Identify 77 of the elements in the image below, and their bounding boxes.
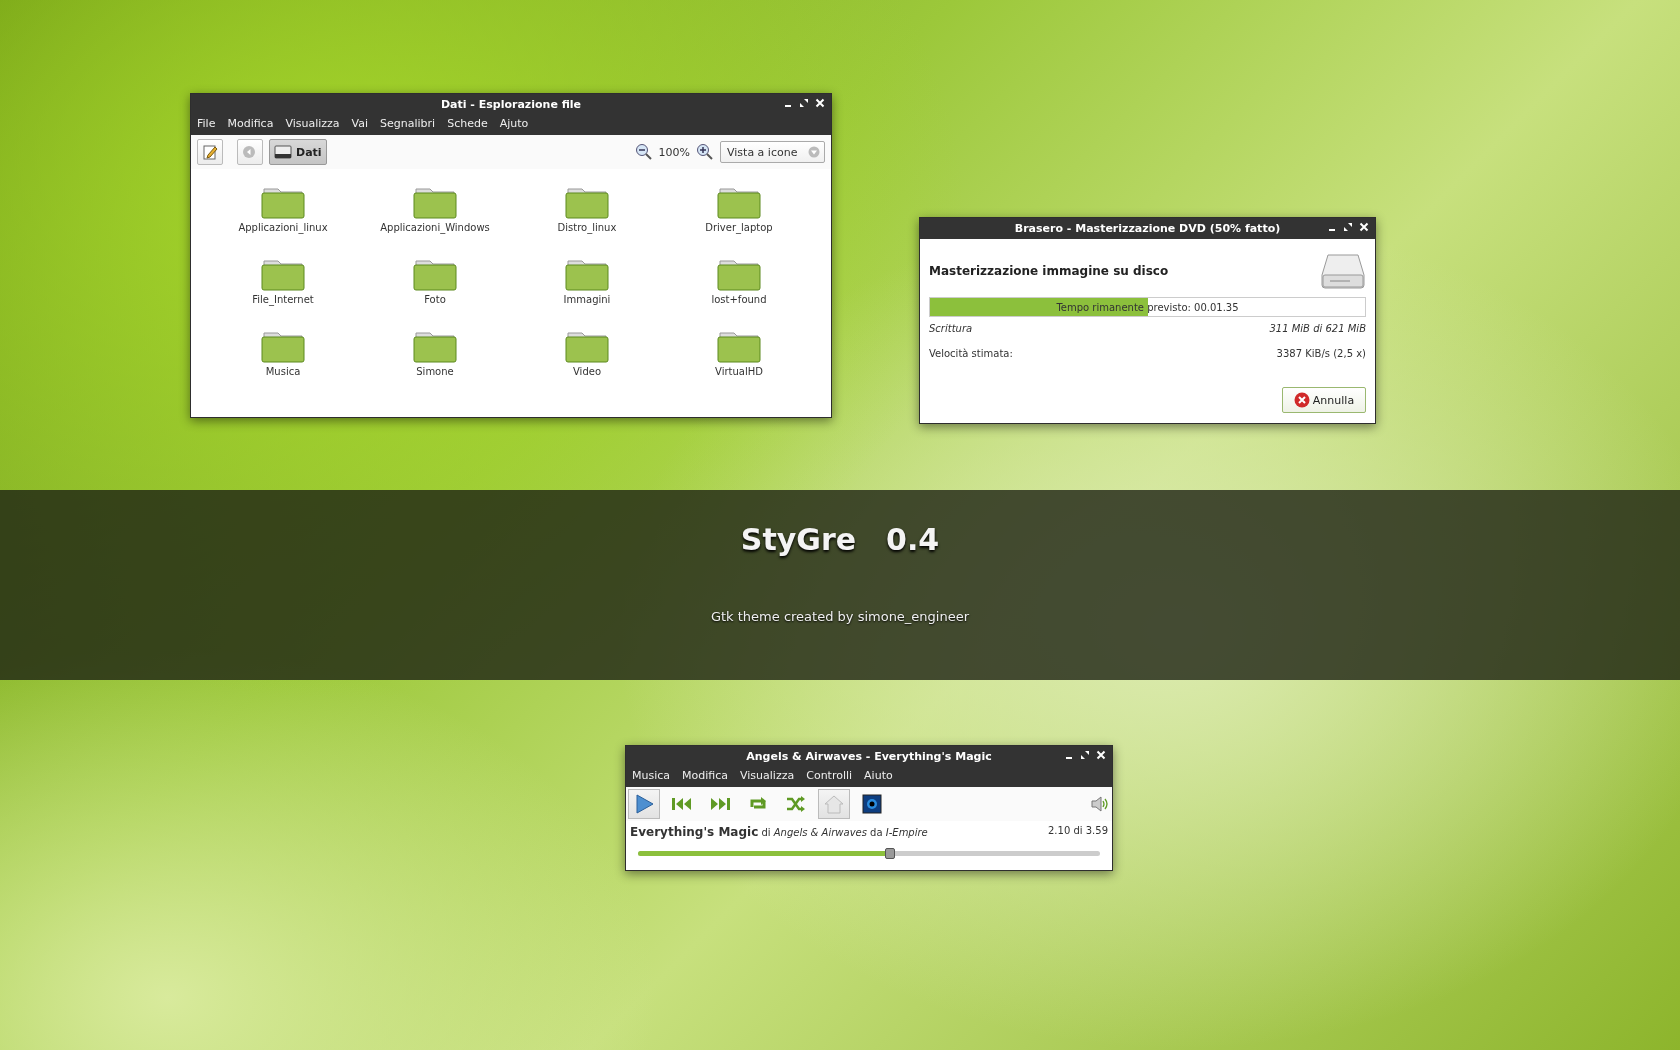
folder-label[interactable]: lost+found — [711, 294, 767, 305]
info-value: 3387 KiB/s (2,5 x) — [1276, 348, 1366, 359]
folder-icon — [261, 185, 305, 219]
zoom-in-icon[interactable] — [696, 143, 714, 161]
burn-heading: Masterizzazione immagine su disco — [929, 264, 1169, 278]
folder-icon — [717, 257, 761, 291]
info-label: Velocità stimata: — [929, 348, 1013, 359]
folder-icon — [565, 257, 609, 291]
volume-icon[interactable] — [1090, 795, 1110, 813]
close-icon[interactable] — [1096, 750, 1106, 760]
banner-subtitle: Gtk theme created by simone_engineer — [710, 609, 970, 624]
folder-label[interactable]: Applicazioni_linux — [238, 222, 328, 233]
folder-label[interactable]: Video — [573, 366, 601, 377]
menu-item[interactable]: Schede — [447, 117, 488, 130]
zoom-out-icon[interactable] — [634, 143, 653, 161]
menu-item[interactable]: Controlli — [806, 769, 853, 782]
folder-icon — [565, 329, 609, 363]
progress-label: Tempo rimanente previsto: 00.01.35 — [1056, 301, 1239, 313]
folder-label[interactable]: VirtualHD — [715, 366, 763, 377]
edit-button[interactable] — [197, 139, 223, 165]
folder-icon — [413, 329, 457, 363]
seek-slider[interactable] — [638, 851, 1100, 856]
theme-version: 0.4 — [886, 522, 940, 557]
zoom-level: 100% — [658, 145, 690, 159]
folder-icon — [261, 329, 305, 363]
menu-item[interactable]: Modifica — [682, 769, 729, 782]
folder-label[interactable]: Foto — [424, 294, 446, 305]
menu-item[interactable]: Musica — [632, 769, 671, 782]
visualizer-icon — [862, 794, 882, 814]
shuffle-icon — [786, 795, 806, 813]
notepad-pencil-icon — [202, 144, 218, 160]
drive-icon — [274, 145, 292, 159]
view-dropdown[interactable]: Vista a icone — [720, 141, 825, 163]
location-button[interactable]: Dati — [269, 139, 327, 165]
folder-label[interactable]: Musica — [265, 366, 301, 377]
theme-name: StyGre — [740, 522, 857, 557]
disc-drive-icon — [1320, 253, 1366, 289]
menu-item[interactable]: Visualizza — [285, 117, 340, 130]
track-info: Everything's Magic di Angels & Airwaves da I-Empire — [630, 825, 928, 839]
back-icon — [242, 145, 256, 159]
folder-label[interactable]: Immagini — [563, 294, 611, 305]
folder-icon — [717, 185, 761, 219]
menu-item[interactable]: Vai — [351, 117, 369, 130]
maximize-icon[interactable] — [1080, 750, 1090, 760]
menu-item[interactable]: Aiuto — [864, 769, 893, 782]
play-icon — [633, 793, 655, 815]
menu-item[interactable]: Ajuto — [499, 117, 529, 130]
maximize-icon[interactable] — [799, 98, 809, 108]
menu-item[interactable]: Visualizza — [740, 769, 795, 782]
track-time: 2.10 di 3.59 — [1048, 825, 1108, 838]
folder-icon — [413, 185, 457, 219]
maximize-icon[interactable] — [1343, 222, 1353, 232]
window-title: Dati - Esplorazione file — [440, 98, 582, 111]
folder-icon — [413, 257, 457, 291]
cancel-button[interactable]: Annulla — [1282, 387, 1366, 413]
folder-icon — [565, 185, 609, 219]
menu-item[interactable]: Segnalibri — [380, 117, 436, 130]
info-label: Scrittura — [929, 323, 973, 334]
folder-icon — [261, 257, 305, 291]
cancel-icon — [1293, 392, 1310, 408]
home-icon — [823, 794, 845, 814]
menu-item[interactable]: Modifica — [227, 117, 274, 130]
folder-icon — [717, 329, 761, 363]
folder-label[interactable]: Driver_laptop — [705, 222, 773, 233]
folder-label[interactable]: Applicazioni_Windows — [380, 222, 490, 233]
info-value: 311 MiB di 621 MiB — [1269, 323, 1366, 334]
folder-label[interactable]: Simone — [416, 366, 454, 377]
window-title: Angels & Airwaves - Everything's Magic — [746, 750, 992, 763]
close-icon[interactable] — [1359, 222, 1369, 232]
window-title: Brasero - Masterizzazione DVD (50% fatto) — [1014, 222, 1281, 235]
folder-label[interactable]: Distro_linux — [557, 222, 617, 233]
folder-label[interactable]: File_Internet — [252, 294, 314, 305]
play-button[interactable] — [628, 789, 660, 819]
close-icon[interactable] — [815, 98, 825, 108]
next-icon — [709, 796, 731, 812]
previous-icon — [671, 796, 693, 812]
menu-item[interactable]: File — [197, 117, 216, 130]
